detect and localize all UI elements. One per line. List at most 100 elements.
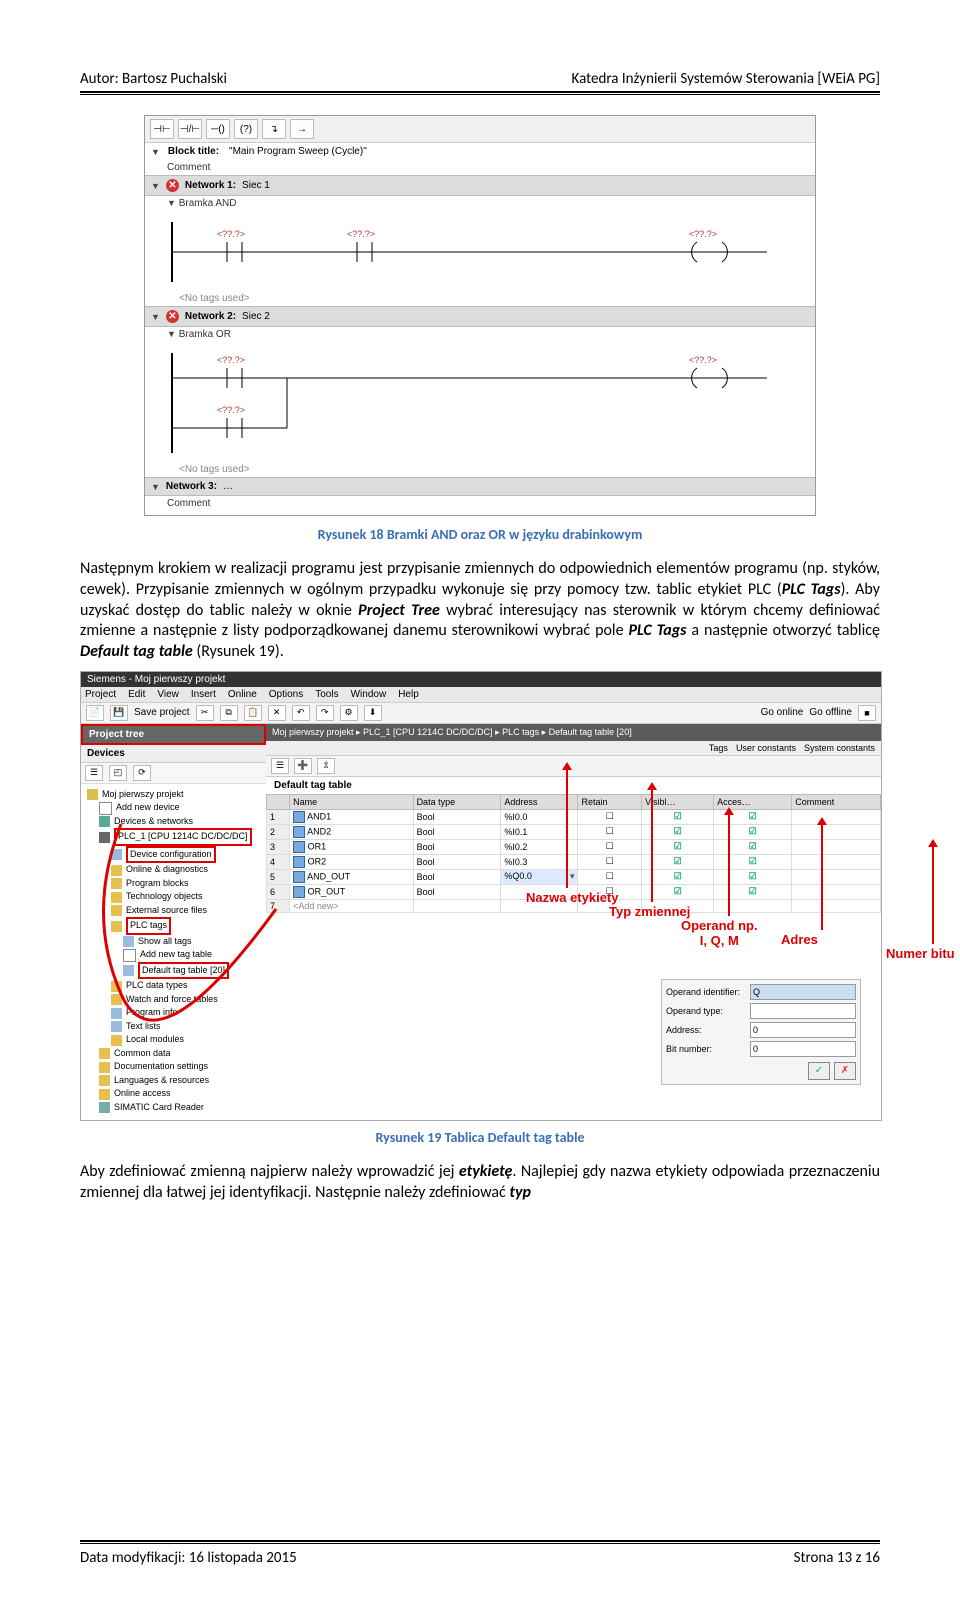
figure-18-caption: Rysunek 18 Bramki AND oraz OR w języku d… [80,526,880,543]
tree-item[interactable]: External source files [81,904,266,918]
cut-icon[interactable]: ✂ [196,705,214,721]
save-project-button[interactable]: Save project [134,707,190,718]
paste-icon[interactable]: 📋 [244,705,262,721]
operand-address-input[interactable] [750,1022,856,1038]
tag-tb-2-icon[interactable]: ➕ [294,758,312,774]
tree-item[interactable]: PLC data types [81,979,266,993]
menu-window[interactable]: Window [351,689,387,700]
tool-branch-right-icon[interactable]: → [290,119,314,139]
network-2-ladder[interactable]: <??.?> <??.?> <??.?> [145,342,815,462]
operand-bitnumber-input[interactable] [750,1041,856,1057]
compile-icon[interactable]: ⚙ [340,705,358,721]
network-2-name[interactable]: Siec 2 [242,311,270,322]
tree-item[interactable]: Watch and force tables [81,993,266,1007]
stop-icon[interactable]: ■ [858,705,876,721]
collapse-icon[interactable]: ▼ [167,198,176,208]
tree-item[interactable]: Text lists [81,1020,266,1034]
menu-help[interactable]: Help [398,689,419,700]
block-title-row: ▼ Block title: "Main Program Sweep (Cycl… [145,143,815,160]
tag-col-header[interactable]: Name [290,794,413,809]
network-3-name[interactable]: … [223,481,233,492]
collapse-icon[interactable]: ▼ [151,181,160,191]
tree-item[interactable]: Default tag table [20] [81,962,266,980]
tag-col-header[interactable]: Retain [578,794,642,809]
tree-item[interactable]: Program info [81,1006,266,1020]
operand-cancel-button[interactable]: ✗ [834,1062,856,1080]
tree-item[interactable]: Add new tag table [81,948,266,962]
tab-system-constants[interactable]: System constants [804,743,875,753]
tab-user-constants[interactable]: User constants [736,743,796,753]
tag-col-header[interactable]: Data type [413,794,501,809]
network-1-ladder[interactable]: <??.?> <??.?> <??.?> [145,211,815,291]
tree-item[interactable]: Show all tags [81,935,266,949]
tree-icon-3[interactable]: ⟳ [133,765,151,781]
tree-item[interactable]: Program blocks [81,877,266,891]
tree-item[interactable]: Moj pierwszy projekt [81,788,266,802]
tool-branch-down-icon[interactable]: ↴ [262,119,286,139]
menu-online[interactable]: Online [228,689,257,700]
menu-tools[interactable]: Tools [315,689,338,700]
operand-bitnumber-row: Bit number: [666,1041,856,1057]
tree-icon-2[interactable]: ◰ [109,765,127,781]
tree-item[interactable]: Local modules [81,1033,266,1047]
operand-type-row: Operand type: [666,1003,856,1019]
menu-view[interactable]: View [157,689,179,700]
tool-nc-contact-icon[interactable]: ⊣/⊢ [178,119,202,139]
collapse-icon[interactable]: ▼ [151,312,160,322]
tree-item[interactable]: Add new device [81,801,266,815]
download-icon[interactable]: ⬇ [364,705,382,721]
new-project-icon[interactable]: 📄 [86,705,104,721]
go-online-button[interactable]: Go online [761,707,804,718]
network-1-label: Network 1: [185,180,236,191]
tag-row[interactable]: 4 OR2Bool%I0.3☐☑☑ [267,854,881,869]
network-1-name[interactable]: Siec 1 [242,180,270,191]
tree-item[interactable]: Documentation settings [81,1060,266,1074]
tree-item[interactable]: Technology objects [81,890,266,904]
tag-row[interactable]: 3 OR1Bool%I0.2☐☑☑ [267,839,881,854]
tree-item[interactable]: Online & diagnostics [81,863,266,877]
menu-options[interactable]: Options [269,689,303,700]
tag-col-header[interactable] [267,794,290,809]
project-tree-header[interactable]: Project tree [81,724,266,745]
redo-icon[interactable]: ↷ [316,705,334,721]
tool-empty-box-icon[interactable]: (?) [234,119,258,139]
collapse-icon[interactable]: ▼ [151,482,160,492]
block-title-value[interactable]: "Main Program Sweep (Cycle)" [227,146,369,157]
tool-coil-icon[interactable]: ─() [206,119,230,139]
tool-no-contact-icon[interactable]: ⊣⊢ [150,119,174,139]
menu-project[interactable]: Project [85,689,116,700]
copy-icon[interactable]: ⧉ [220,705,238,721]
tree-icon-1[interactable]: ☰ [85,765,103,781]
tab-tags[interactable]: Tags [709,743,728,753]
network-1-bar[interactable]: ▼ ✕ Network 1: Siec 1 [145,175,815,196]
menu-insert[interactable]: Insert [191,689,216,700]
folder-icon [99,1062,110,1073]
tag-col-header[interactable]: Comment [792,794,881,809]
operand-ok-button[interactable]: ✓ [808,1062,830,1080]
tree-item[interactable]: PLC tags [81,917,266,935]
tag-tb-3-icon[interactable]: ⇫ [317,758,335,774]
operand-type-input[interactable] [750,1003,856,1019]
tree-item[interactable]: SIMATIC Card Reader [81,1101,266,1115]
tree-item[interactable]: Device configuration [81,846,266,864]
tree-item[interactable]: PLC_1 [CPU 1214C DC/DC/DC] [81,828,266,846]
tag-row[interactable]: 2 AND2Bool%I0.1☐☑☑ [267,824,881,839]
go-offline-button[interactable]: Go offline [809,707,852,718]
save-icon[interactable]: 💾 [110,705,128,721]
folder-icon [99,1048,110,1059]
tia-menubar: Project Edit View Insert Online Options … [81,687,881,702]
tag-row[interactable]: 1 AND1Bool%I0.0☐☑☑ [267,809,881,824]
delete-icon[interactable]: ✕ [268,705,286,721]
tree-item[interactable]: Devices & networks [81,815,266,829]
breadcrumb[interactable]: Moj pierwszy projekt ▸ PLC_1 [CPU 1214C … [266,724,881,741]
collapse-icon[interactable]: ▼ [151,147,160,157]
tree-item[interactable]: Online access [81,1087,266,1101]
tag-tb-1-icon[interactable]: ☰ [271,758,289,774]
menu-edit[interactable]: Edit [128,689,145,700]
network-2-bar[interactable]: ▼ ✕ Network 2: Siec 2 [145,306,815,327]
undo-icon[interactable]: ↶ [292,705,310,721]
network-3-bar[interactable]: ▼ Network 3: … [145,477,815,496]
tree-item[interactable]: Languages & resources [81,1074,266,1088]
collapse-icon[interactable]: ▼ [167,329,176,339]
tree-item[interactable]: Common data [81,1047,266,1061]
